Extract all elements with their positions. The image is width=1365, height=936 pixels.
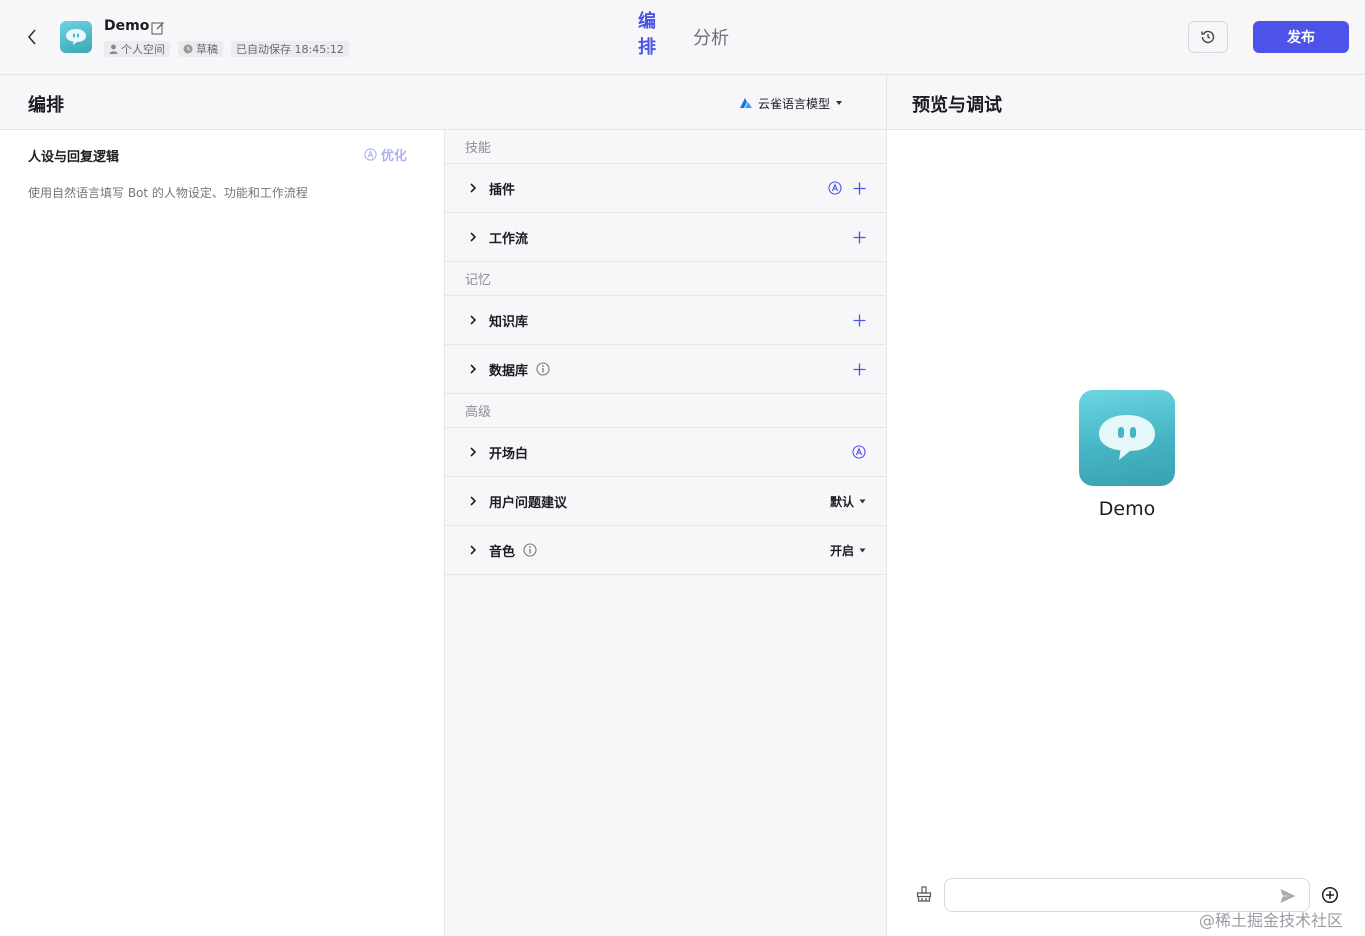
opening-row[interactable]: 开场白 bbox=[445, 428, 886, 477]
arrange-panel-header: 编排 云雀语言模型 bbox=[0, 75, 886, 130]
tab-analysis[interactable]: 分析 bbox=[693, 24, 729, 50]
persona-panel: 人设与回复逻辑 优化 bbox=[0, 130, 445, 936]
add-database-icon[interactable] bbox=[852, 362, 866, 376]
chevron-right-icon bbox=[465, 229, 481, 245]
chevron-right-icon bbox=[465, 542, 481, 558]
bot-avatar bbox=[60, 21, 92, 53]
optimize-button[interactable]: 优化 bbox=[364, 145, 407, 164]
optimize-label: 优化 bbox=[381, 149, 408, 164]
back-arrow-icon[interactable] bbox=[20, 24, 44, 50]
history-icon bbox=[1201, 30, 1215, 44]
voice-value: 开启 bbox=[829, 543, 854, 558]
user-icon bbox=[109, 44, 118, 54]
caret-down-icon bbox=[859, 548, 866, 552]
edit-icon[interactable] bbox=[151, 20, 165, 35]
tab-edit[interactable]: 编排 bbox=[637, 9, 657, 61]
add-workflow-icon[interactable] bbox=[852, 230, 866, 244]
broom-icon[interactable] bbox=[915, 885, 933, 903]
space-chip: 个人空间 bbox=[104, 41, 170, 57]
voice-label: 音色 bbox=[489, 544, 516, 560]
status-chip: 草稿 bbox=[178, 41, 223, 57]
preview-bot-name: Demo bbox=[1098, 498, 1156, 520]
workflow-label: 工作流 bbox=[489, 231, 529, 247]
auto-add-icon[interactable] bbox=[828, 181, 842, 195]
auto-icon bbox=[364, 148, 377, 161]
chevron-right-icon bbox=[465, 180, 481, 196]
knowledge-row[interactable]: 知识库 bbox=[445, 296, 886, 345]
skills-panel: 技能 插件 工作流 记忆 知识库 数据库 高级 开场白 用户问题建议 默认 音色… bbox=[445, 130, 886, 936]
caret-down-icon bbox=[836, 101, 843, 105]
chevron-right-icon bbox=[465, 493, 481, 509]
bot-meta: 个人空间 草稿 已自动保存 18:45:12 bbox=[104, 41, 349, 57]
add-circle-icon[interactable] bbox=[1321, 886, 1339, 904]
suggestion-label: 用户问题建议 bbox=[489, 495, 568, 511]
bot-name: Demo bbox=[104, 18, 150, 34]
model-logo-icon bbox=[740, 98, 752, 108]
preview-title: 预览与调试 bbox=[912, 95, 1002, 116]
info-icon[interactable] bbox=[523, 543, 537, 557]
voice-dropdown[interactable]: 开启 bbox=[830, 542, 866, 559]
space-label: 个人空间 bbox=[121, 43, 165, 56]
database-row[interactable]: 数据库 bbox=[445, 345, 886, 394]
chat-input[interactable] bbox=[955, 885, 1265, 905]
group-memory-label: 记忆 bbox=[445, 262, 886, 296]
send-icon[interactable] bbox=[1279, 887, 1297, 905]
chat-bubble-icon bbox=[66, 29, 86, 45]
model-name: 云雀语言模型 bbox=[758, 96, 831, 111]
info-icon[interactable] bbox=[536, 362, 550, 376]
publish-button[interactable]: 发布 bbox=[1253, 21, 1349, 53]
voice-row[interactable]: 音色 开启 bbox=[445, 526, 886, 575]
watermark: @稀土掘金技术社区 bbox=[1199, 911, 1344, 930]
suggestion-row[interactable]: 用户问题建议 默认 bbox=[445, 477, 886, 526]
opening-label: 开场白 bbox=[489, 446, 529, 462]
history-button[interactable] bbox=[1188, 21, 1228, 53]
autosave-chip: 已自动保存 18:45:12 bbox=[231, 41, 349, 57]
caret-down-icon bbox=[859, 499, 866, 503]
chevron-right-icon bbox=[465, 361, 481, 377]
preview-panel: Demo @稀土掘金技术社区 bbox=[886, 130, 1365, 936]
suggestion-dropdown[interactable]: 默认 bbox=[830, 493, 866, 510]
persona-title: 人设与回复逻辑 bbox=[28, 150, 120, 165]
chat-bubble-icon bbox=[1099, 415, 1155, 460]
knowledge-label: 知识库 bbox=[489, 314, 529, 330]
clock-icon bbox=[183, 44, 193, 54]
preview-panel-header: 预览与调试 bbox=[886, 75, 1365, 130]
persona-input[interactable] bbox=[28, 184, 418, 212]
top-bar: Demo 个人空间 草稿 已自动保存 18:45:12 编排 分析 发布 bbox=[0, 0, 1365, 75]
suggestion-value: 默认 bbox=[829, 494, 854, 509]
status-label: 草稿 bbox=[196, 43, 218, 56]
add-knowledge-icon[interactable] bbox=[852, 313, 866, 327]
group-skills-label: 技能 bbox=[445, 130, 886, 164]
workflow-row[interactable]: 工作流 bbox=[445, 213, 886, 262]
plugin-row[interactable]: 插件 bbox=[445, 164, 886, 213]
chevron-right-icon bbox=[465, 444, 481, 460]
arrange-title: 编排 bbox=[28, 95, 64, 116]
group-advanced-label: 高级 bbox=[445, 394, 886, 428]
auto-generate-icon[interactable] bbox=[852, 445, 866, 459]
autosave-label: 已自动保存 18:45:12 bbox=[236, 43, 344, 56]
preview-bot-avatar bbox=[1079, 390, 1175, 486]
chevron-right-icon bbox=[465, 312, 481, 328]
add-plugin-icon[interactable] bbox=[852, 181, 866, 195]
model-selector[interactable]: 云雀语言模型 bbox=[739, 93, 843, 113]
plugin-label: 插件 bbox=[489, 182, 516, 198]
database-label: 数据库 bbox=[489, 363, 529, 379]
